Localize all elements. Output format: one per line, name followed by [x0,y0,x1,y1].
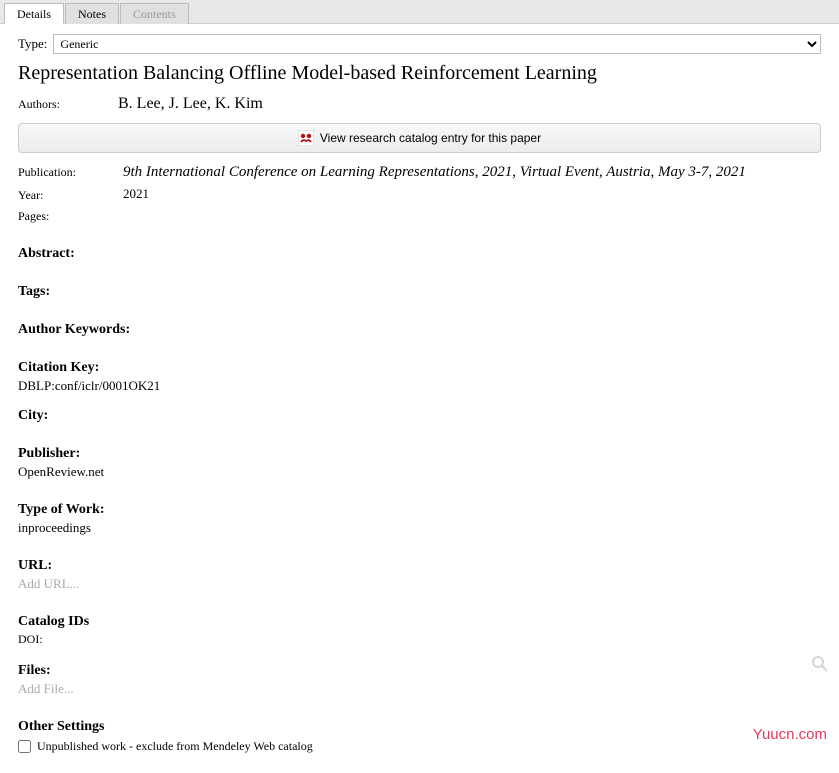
authors-row: Authors: B. Lee, J. Lee, K. Kim [18,95,821,113]
url-label: URL: [18,558,821,574]
type-of-work-label: Type of Work: [18,502,821,518]
catalog-ids-section: Catalog IDs DOI: [18,614,821,647]
search-icon[interactable] [811,655,829,673]
tab-details[interactable]: Details [4,3,64,24]
view-catalog-label: View research catalog entry for this pap… [320,131,541,145]
publication-value[interactable]: 9th International Conference on Learning… [108,163,746,182]
url-add[interactable]: Add URL... [18,576,821,592]
publication-row: Publication: 9th International Conferenc… [18,163,821,182]
tags-label: Tags: [18,284,821,300]
author-keywords-label: Author Keywords: [18,322,821,338]
type-row: Type: Generic [18,34,821,54]
publication-label: Publication: [18,163,108,182]
city-label: City: [18,408,821,424]
mendeley-icon [298,130,314,146]
view-catalog-button[interactable]: View research catalog entry for this pap… [18,123,821,153]
pages-row: Pages: [18,207,821,224]
unpublished-label: Unpublished work - exclude from Mendeley… [37,739,313,754]
citation-key-value[interactable]: DBLP:conf/iclr/0001OK21 [18,378,821,394]
pages-label: Pages: [18,207,108,224]
type-of-work-section: Type of Work: inproceedings [18,502,821,536]
citation-key-section: Citation Key: DBLP:conf/iclr/0001OK21 [18,360,821,394]
publisher-value[interactable]: OpenReview.net [18,464,821,480]
files-add[interactable]: Add File... [18,681,821,697]
year-label: Year: [18,186,108,203]
citation-key-label: Citation Key: [18,360,821,376]
authors-value[interactable]: B. Lee, J. Lee, K. Kim [108,95,263,113]
publisher-label: Publisher: [18,446,821,462]
doi-label[interactable]: DOI: [18,632,821,647]
author-keywords-section: Author Keywords: [18,322,821,338]
other-settings-section: Other Settings Unpublished work - exclud… [18,719,821,754]
tab-notes[interactable]: Notes [65,3,119,24]
other-settings-label: Other Settings [18,719,821,735]
details-panel: Type: Generic Representation Balancing O… [0,24,839,764]
paper-title[interactable]: Representation Balancing Offline Model-b… [18,62,821,85]
type-of-work-value[interactable]: inproceedings [18,520,821,536]
tab-contents[interactable]: Contents [120,3,189,24]
city-section: City: [18,408,821,424]
year-row: Year: 2021 [18,186,821,203]
url-section: URL: Add URL... [18,558,821,592]
files-label: Files: [18,663,821,679]
tab-bar: Details Notes Contents [0,0,839,24]
authors-label: Authors: [18,95,108,113]
type-select[interactable]: Generic [53,34,821,54]
year-value[interactable]: 2021 [108,186,149,203]
watermark: Yuucn.com [753,726,827,743]
abstract-label: Abstract: [18,246,821,262]
type-label: Type: [18,36,47,52]
abstract-section: Abstract: [18,246,821,262]
unpublished-checkbox[interactable] [18,740,31,753]
publisher-section: Publisher: OpenReview.net [18,446,821,480]
unpublished-row[interactable]: Unpublished work - exclude from Mendeley… [18,739,821,754]
catalog-ids-label: Catalog IDs [18,614,821,630]
tags-section: Tags: [18,284,821,300]
files-section: Files: Add File... [18,663,821,697]
